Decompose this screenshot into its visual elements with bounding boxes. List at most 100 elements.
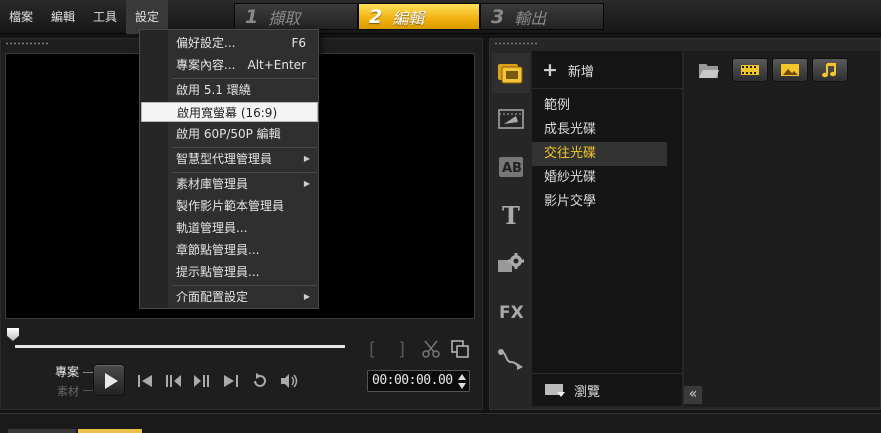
menu-edit[interactable]: 編輯 [42,0,84,34]
image-icon [781,64,799,76]
text-t-icon: T [502,203,520,227]
show-video-button[interactable] [732,58,768,82]
folder-list: 範例 成長光碟 交往光碟 婚紗光碟 影片交學 [532,94,682,214]
menu-enable-widescreen[interactable]: 啟用寬螢幕 (16:9) [141,102,318,122]
trim-in-marker[interactable]: [ [369,339,376,360]
top-bar: 檔案 編輯 工具 設定 1 擷取 2 編輯 3 輸出 [0,0,881,34]
browse-icon [545,384,565,397]
folder-item[interactable]: 成長光碟 [532,118,667,142]
step-capture[interactable]: 1 擷取 [234,3,358,30]
show-audio-button[interactable] [812,58,848,82]
divider [532,88,682,89]
menu-item-label: 素材庫管理員 [176,177,249,191]
play-icon [105,373,118,389]
folder-item[interactable]: 影片交學 [532,190,667,214]
step-number: 1 [245,5,259,28]
menu-layout-settings[interactable]: 介面配置設定 ▶ [141,287,318,307]
media-icon [498,64,523,84]
fx-icon: FX [499,303,524,322]
mode-clip-label[interactable]: 素材 [57,383,79,399]
step-label: 編輯 [392,8,425,28]
fx-tab[interactable]: FX [492,291,530,331]
filter-tab[interactable] [492,243,530,283]
menu-project-properties[interactable]: 專案內容... Alt+Enter [141,55,318,75]
title-tab[interactable]: AB [492,147,530,187]
text-tab[interactable]: T [492,195,530,235]
library-panel: AB T FX + 新增 範例 成長光碟 交往光碟 婚紗光碟 影片交學 瀏覽 « [489,38,881,410]
next-frame-icon[interactable] [192,372,212,390]
menu-tools[interactable]: 工具 [84,0,126,34]
transition-icon [498,109,524,129]
menu-separator [172,147,317,148]
plus-icon: + [542,58,558,81]
menu-item-label: 偏好設定... [176,36,236,50]
folder-item[interactable]: 婚紗光碟 [532,166,667,190]
repeat-icon[interactable] [250,372,270,390]
volume-icon[interactable] [279,372,299,390]
timeline-tab[interactable] [8,429,76,433]
step-label: 擷取 [268,8,301,28]
timecode-field[interactable]: 00:00:00.00 [367,370,470,392]
menu-separator [172,172,317,173]
menu-separator [172,78,317,79]
menu-template-manager[interactable]: 製作影片範本管理員 [141,196,318,216]
ab-label: AB [502,161,522,176]
t-label: T [502,203,520,227]
media-pane [684,51,880,407]
step-number: 3 [491,5,505,28]
step-edit[interactable]: 2 編輯 [358,3,480,30]
collapse-button[interactable]: « [684,386,702,404]
menu-item-label: 啟用 5.1 環繞 [176,83,251,97]
folder-item[interactable]: 範例 [532,94,667,118]
menu-chapter-point-manager[interactable]: 章節點管理員... [141,240,318,260]
menu-item-label: 提示點管理員... [176,265,260,279]
menu-shortcut: F6 [291,36,306,50]
menu-enable-60p-editing[interactable]: 啟用 60P/50P 編輯 [141,124,318,144]
add-folder-label: 新增 [567,64,594,80]
menu-cue-point-manager[interactable]: 提示點管理員... [141,262,318,282]
scrub-bar[interactable] [15,345,345,348]
scissors-icon[interactable] [421,339,441,359]
menu-item-label: 介面配置設定 [176,290,249,304]
menu-file[interactable]: 檔案 [0,0,42,34]
menu-smart-proxy-manager[interactable]: 智慧型代理管理員 ▶ [141,149,318,169]
timecode-down-icon[interactable] [457,382,467,390]
add-folder-button[interactable]: + 新增 [542,60,594,80]
media-tab[interactable] [492,53,530,93]
panel-grip[interactable] [494,42,538,45]
mode-connector [83,372,93,373]
duplicate-icon[interactable] [450,339,470,359]
transition-tab[interactable] [492,99,530,139]
folder-item-selected[interactable]: 交往光碟 [532,142,667,166]
show-photo-button[interactable] [772,58,808,82]
play-button[interactable] [93,364,125,396]
menu-track-manager[interactable]: 軌道管理員... [141,218,318,238]
submenu-arrow-icon: ▶ [303,179,310,188]
mode-connector [83,390,93,391]
trim-out-marker[interactable]: ] [398,339,405,360]
step-number: 2 [369,5,383,28]
previous-frame-icon[interactable] [163,372,183,390]
workflow-steps: 1 擷取 2 編輯 3 輸出 [234,3,604,30]
submenu-arrow-icon: ▶ [303,292,310,301]
menu-item-label: 章節點管理員... [176,243,260,257]
go-to-end-icon[interactable] [221,372,241,390]
open-folder-icon[interactable] [698,61,720,79]
path-tab[interactable] [492,339,530,379]
step-share[interactable]: 3 輸出 [480,3,604,30]
timecode-up-icon[interactable] [457,373,467,381]
scrub-handle[interactable] [7,328,19,341]
menu-item-label: 智慧型代理管理員 [176,152,273,166]
panel-grip[interactable] [5,42,49,45]
mode-project-label[interactable]: 專案 [55,363,79,380]
menu-enable-51-surround[interactable]: 啟用 5.1 環繞 [141,80,318,100]
timeline-tab-active[interactable] [78,429,142,433]
menu-item-label: 啟用 60P/50P 編輯 [176,127,281,141]
menu-item-label: 軌道管理員... [176,221,248,235]
go-to-start-icon[interactable] [135,372,155,390]
path-icon [498,349,523,370]
browse-button[interactable]: 瀏覽 [532,373,682,406]
folder-pane: + 新增 範例 成長光碟 交往光碟 婚紗光碟 影片交學 瀏覽 [532,51,682,406]
menu-preferences[interactable]: 偏好設定... F6 [141,33,318,53]
menu-library-manager[interactable]: 素材庫管理員 ▶ [141,174,318,194]
